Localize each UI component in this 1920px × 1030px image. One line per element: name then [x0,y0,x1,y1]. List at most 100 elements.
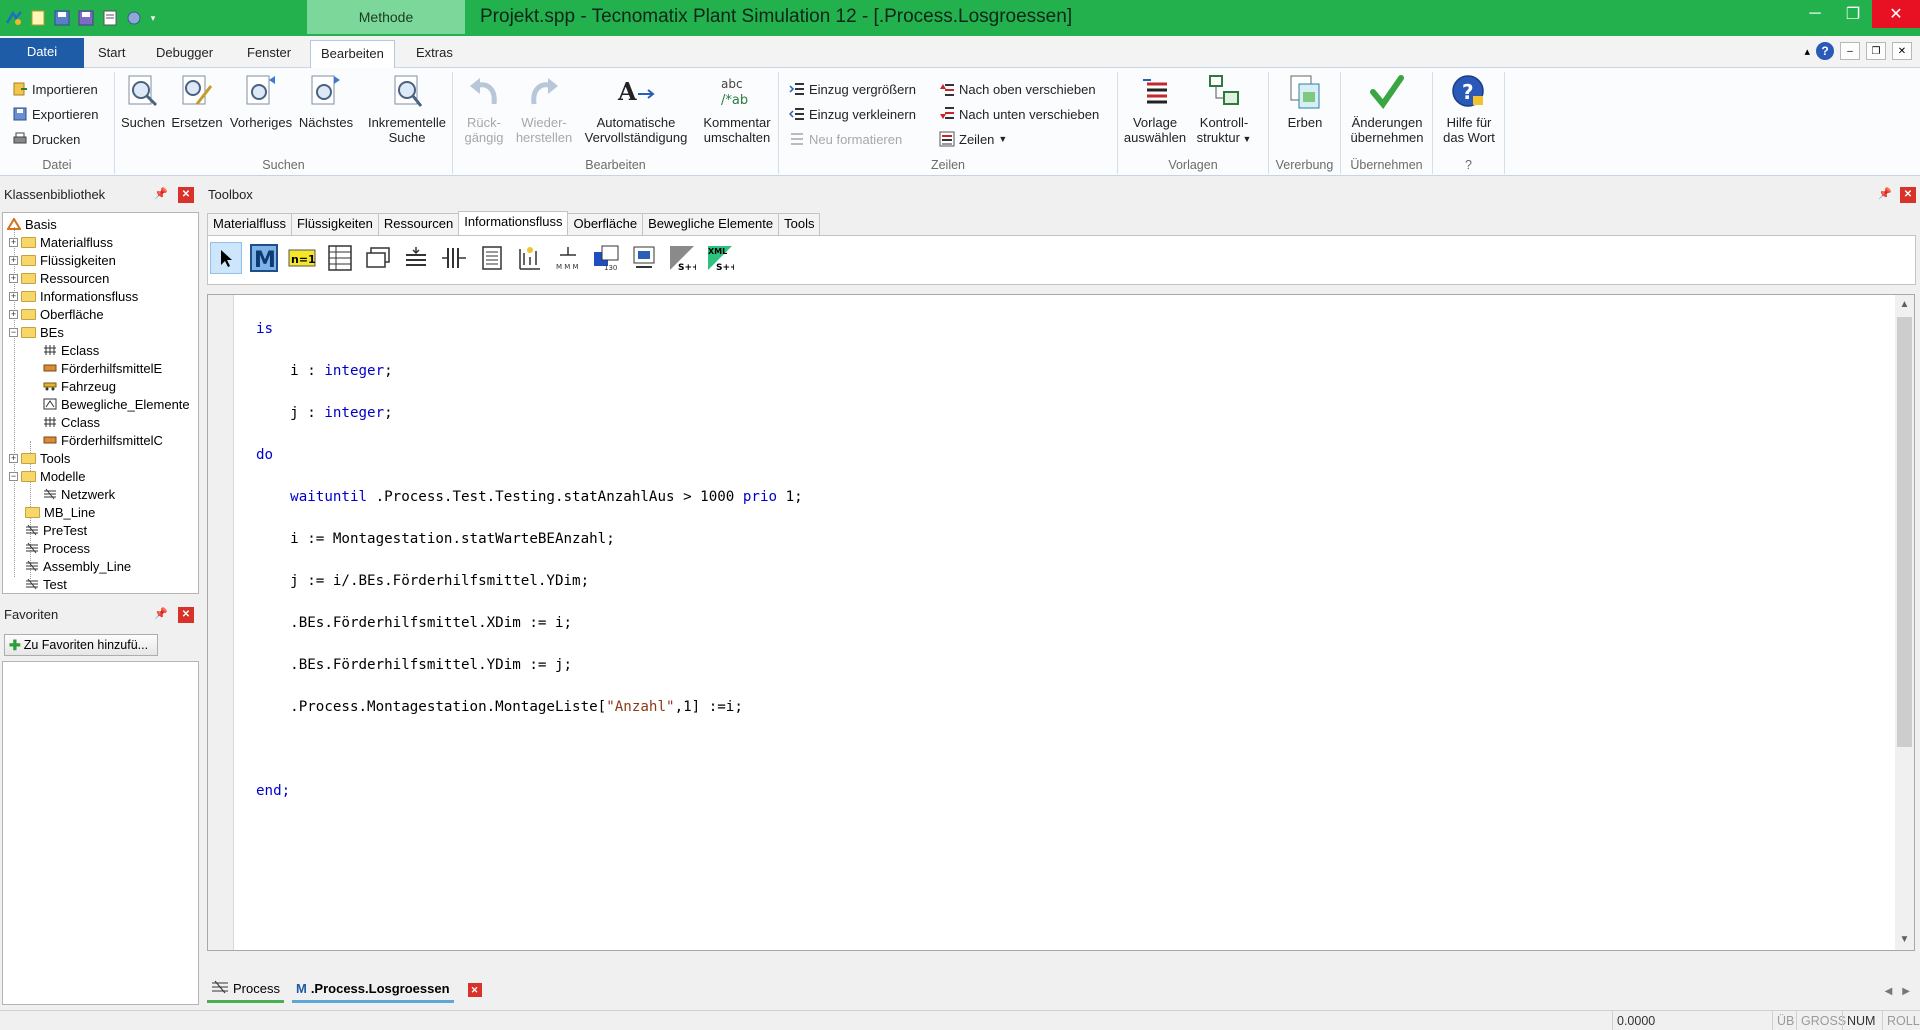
pin-icon[interactable]: 📌 [154,187,168,201]
tree-item-informationsfluss[interactable]: + Informationsfluss [9,287,138,305]
apply-changes-button[interactable]: Änderungen übernehmen [1345,72,1429,145]
expand-icon[interactable]: + [9,255,18,265]
doc-tab-losgroessen[interactable]: M .Process.Losgroessen [291,977,454,1003]
toolbox-tab-oberflaeche[interactable]: Oberfläche [567,213,644,235]
class-library-close-button[interactable]: ✕ [178,187,194,203]
tab-scroll-right-icon[interactable]: ▶ [1902,986,1910,997]
control-structure-button[interactable]: Kontroll- struktur ▼ [1192,72,1256,147]
tree-item-oberflaeche[interactable]: + Oberfläche [9,305,104,323]
help-for-word-button[interactable]: ? Hilfe für das Wort [1439,72,1499,145]
tree-item-materialfluss[interactable]: + Materialfluss [9,233,113,251]
expand-icon[interactable]: + [9,237,18,247]
indent-less-button[interactable]: Einzug verkleinern [788,103,916,125]
collapse-icon[interactable]: − [9,471,18,481]
expand-icon[interactable]: + [9,453,18,463]
editor-scrollbar[interactable]: ▲ ▼ [1895,295,1914,950]
next-button[interactable]: Nächstes [297,72,355,130]
collapse-ribbon-icon[interactable]: ▴ [1804,45,1810,58]
pin-icon[interactable]: 📌 [1878,187,1892,201]
qat-dropdown-icon[interactable]: ▾ [148,8,158,28]
add-to-favorites-button[interactable]: ✚ Zu Favoriten hinzufü... [4,634,158,656]
generator-icon[interactable] [514,242,546,274]
card-file-icon[interactable] [362,242,394,274]
tab-datei[interactable]: Datei [0,38,84,68]
move-down-button[interactable]: Nach unten verschieben [939,103,1099,125]
save-as-icon[interactable] [76,8,96,28]
tree-item-test[interactable]: Test [25,575,67,593]
toolbox-close-button[interactable]: ✕ [1900,187,1916,203]
new-file-icon[interactable] [28,8,48,28]
restore-button[interactable]: ❐ [1834,0,1872,28]
options-icon[interactable] [124,8,144,28]
print-button[interactable]: Drucken [12,128,80,150]
scroll-down-icon[interactable]: ▼ [1895,932,1914,948]
previous-button[interactable]: Vorheriges [227,72,295,130]
close-button[interactable]: ✕ [1872,0,1920,28]
tree-item-bewegliche-elemente[interactable]: Bewegliche_Elemente [43,395,190,413]
socket-icon[interactable]: S++ [666,242,698,274]
redo-button[interactable]: Wieder- herstellen [515,72,573,145]
tree-item-ressourcen[interactable]: + Ressourcen [9,269,109,287]
trace-file-icon[interactable] [476,242,508,274]
minimize-button[interactable]: ─ [1796,0,1834,28]
doc-tab-process[interactable]: Process [207,977,284,1003]
doc-tab-close-button[interactable]: ✕ [467,983,482,997]
favorites-close-button[interactable]: ✕ [178,607,194,623]
tree-item-bes[interactable]: − BEs [9,323,64,341]
undo-button[interactable]: Rück- gängig [463,72,505,145]
toolbox-tab-tools[interactable]: Tools [778,213,821,235]
tree-item-netzwerk[interactable]: Netzwerk [43,485,115,503]
toolbox-tab-informationsfluss[interactable]: Informationsfluss [458,211,569,235]
help-icon[interactable]: ? [1816,42,1834,60]
toolbox-tab-materialfluss[interactable]: Materialfluss [207,213,292,235]
tree-item-foerderhilfsmittele[interactable]: FörderhilfsmittelE [43,359,162,377]
variable-icon[interactable]: n=1 [286,242,318,274]
method-editor[interactable]: is i : integer; j : integer; do waitunti… [207,294,1915,951]
ftp-icon[interactable]: 130 [590,242,622,274]
method-icon[interactable]: M [248,242,280,274]
tree-item-foerderhilfsmittelc[interactable]: FörderhilfsmittelC [43,431,163,449]
interface-icon[interactable]: M M M [552,242,584,274]
toolbox-tab-fluessigkeiten[interactable]: Flüssigkeiten [290,213,379,235]
tree-item-eclass[interactable]: Eclass [43,341,99,359]
queue-file-icon[interactable] [438,242,470,274]
table-file-icon[interactable] [324,242,356,274]
tree-item-assembly-line[interactable]: Assembly_Line [25,557,131,575]
lines-dropdown-button[interactable]: Zeilen ▼ [939,128,1007,150]
toolbox-tab-bewegliche-elemente[interactable]: Bewegliche Elemente [642,213,780,235]
select-template-button[interactable]: Vorlage auswählen [1122,72,1188,145]
import-button[interactable]: Importieren [12,78,98,100]
pointer-icon[interactable] [210,242,242,274]
expand-icon[interactable]: + [9,309,18,319]
search-button[interactable]: Suchen [121,72,165,130]
print-preview-icon[interactable] [100,8,120,28]
stack-file-icon[interactable] [400,242,432,274]
incremental-search-button[interactable]: Inkrementelle Suche [363,72,451,145]
tree-item-process[interactable]: Process [25,539,90,557]
move-up-button[interactable]: Nach oben verschieben [939,78,1096,100]
tab-bearbeiten[interactable]: Bearbeiten [310,40,395,68]
pin-icon[interactable]: 📌 [154,607,168,621]
tree-item-tools[interactable]: + Tools [9,449,70,467]
tree-item-mb-line[interactable]: MB_Line [25,503,95,521]
scroll-up-icon[interactable]: ▲ [1895,297,1914,313]
reformat-button[interactable]: Neu formatieren [789,128,902,150]
tree-item-fahrzeug[interactable]: Fahrzeug [43,377,116,395]
scrollbar-thumb[interactable] [1897,317,1912,747]
autocomplete-button[interactable]: A Automatische Vervollständigung [581,72,691,145]
doc-restore-button[interactable]: ❐ [1866,42,1886,60]
tab-extras[interactable]: Extras [406,40,463,68]
tree-item-basis[interactable]: Basis [7,215,57,233]
tree-item-cclass[interactable]: Cclass [43,413,100,431]
save-icon[interactable] [52,8,72,28]
indent-more-button[interactable]: Einzug vergrößern [789,78,916,100]
app-icon[interactable] [4,8,24,28]
tab-scroll-left-icon[interactable]: ◀ [1885,986,1893,997]
inherit-button[interactable]: Erben [1279,72,1331,130]
expand-icon[interactable]: + [9,291,18,301]
collapse-icon[interactable]: − [9,327,18,337]
tree-item-pretest[interactable]: PreTest [25,521,87,539]
xml-icon[interactable]: XML S++ [704,242,736,274]
toolbox-tab-ressourcen[interactable]: Ressourcen [377,213,460,235]
toggle-comment-button[interactable]: abc/*ab Kommentar umschalten [697,72,777,145]
